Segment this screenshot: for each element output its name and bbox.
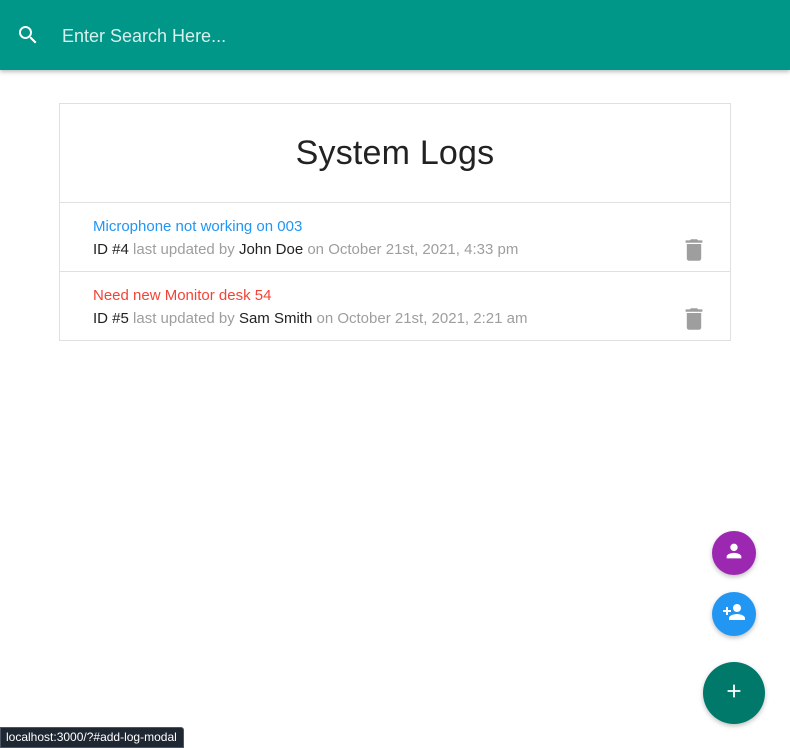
- log-message-link[interactable]: Need new Monitor desk 54: [93, 287, 271, 304]
- log-item: Need new Monitor desk 54 ID #5 last upda…: [60, 272, 730, 341]
- add-tech-button[interactable]: [712, 592, 756, 636]
- add-icon: [723, 680, 745, 707]
- log-updated-by-text: last updated by: [133, 310, 235, 327]
- logs-list: System Logs Microphone not working on 00…: [59, 103, 731, 341]
- log-date: on October 21st, 2021, 4:33 pm: [307, 241, 519, 258]
- log-meta: ID #4 last updated by John Doe on Octobe…: [93, 241, 518, 258]
- log-tech-name: Sam Smith: [238, 310, 313, 327]
- status-url: localhost:3000/?#add-log-modal: [0, 727, 184, 748]
- logs-list-header: System Logs: [60, 104, 730, 203]
- log-id: ID #5: [93, 310, 129, 327]
- person-add-icon: [722, 600, 746, 629]
- search-icon[interactable]: [16, 23, 40, 47]
- log-message-link[interactable]: Microphone not working on 003: [93, 218, 302, 235]
- person-icon: [723, 540, 745, 567]
- tech-list-button[interactable]: [712, 531, 756, 575]
- log-item: Microphone not working on 003 ID #4 last…: [60, 203, 730, 272]
- delete-icon[interactable]: [683, 307, 705, 331]
- page-title: System Logs: [295, 133, 495, 172]
- log-updated-by-text: last updated by: [133, 241, 235, 258]
- delete-icon[interactable]: [683, 238, 705, 262]
- log-id: ID #4: [93, 241, 129, 258]
- add-log-button[interactable]: [703, 662, 765, 724]
- log-meta: ID #5 last updated by Sam Smith on Octob…: [93, 310, 527, 327]
- log-tech-name: John Doe: [238, 241, 304, 258]
- log-date: on October 21st, 2021, 2:21 am: [316, 310, 528, 327]
- search-input[interactable]: [62, 20, 762, 52]
- search-bar: [0, 0, 790, 70]
